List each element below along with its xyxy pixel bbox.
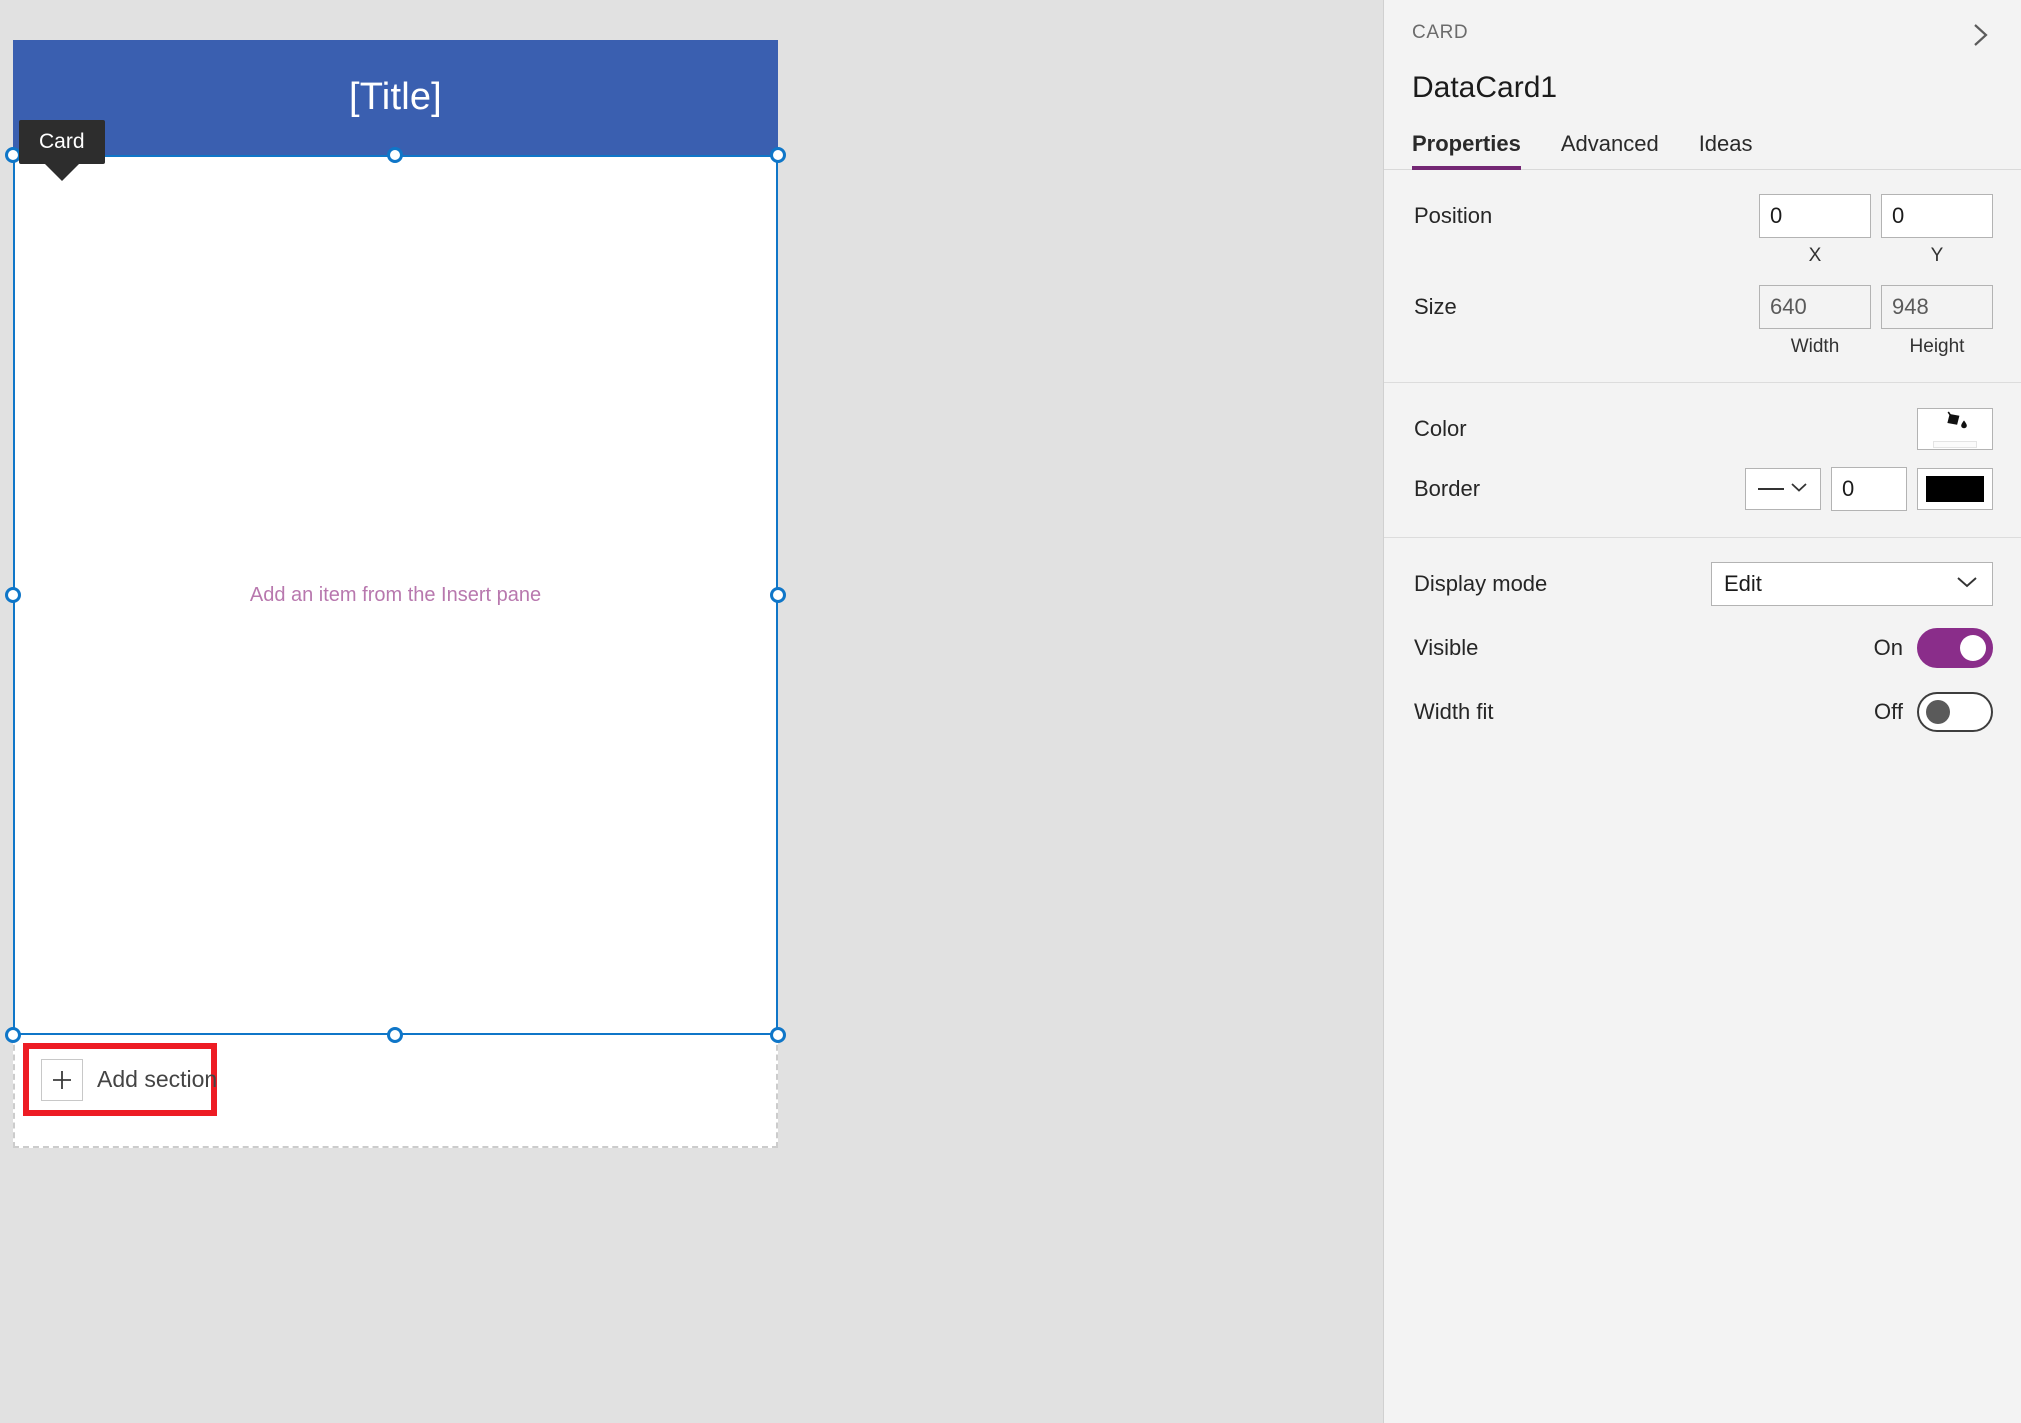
size-width-sub-label: Width: [1790, 336, 1840, 357]
chevron-right-icon[interactable]: [1963, 18, 1997, 57]
add-section-label: Add section: [97, 1066, 218, 1092]
panel-breadcrumb-row: CARD: [1412, 22, 1993, 57]
selection-handle-bottom-right[interactable]: [770, 1027, 786, 1043]
selection-handle-bottom-left[interactable]: [5, 1027, 21, 1043]
border-color-swatch: [1926, 476, 1984, 502]
visible-toggle-knob: [1960, 635, 1986, 661]
width-fit-state-label: Off: [1874, 699, 1903, 724]
properties-panel: CARD DataCard1 Properties Advanced Ideas…: [1383, 0, 2021, 1423]
position-x-input[interactable]: [1759, 194, 1871, 238]
tab-properties[interactable]: Properties: [1412, 131, 1521, 170]
selection-handle-top-center[interactable]: [387, 147, 403, 163]
visible-state-label: On: [1873, 635, 1903, 660]
display-mode-value: Edit: [1724, 571, 1762, 596]
display-mode-label: Display mode: [1414, 571, 1548, 596]
breadcrumb: CARD: [1412, 22, 1469, 43]
tab-ideas-label: Ideas: [1698, 131, 1753, 156]
add-section-button[interactable]: Add section: [29, 1049, 217, 1110]
selection-handle-middle-right[interactable]: [770, 587, 786, 603]
color-label: Color: [1414, 416, 1467, 441]
display-mode-dropdown[interactable]: Edit: [1711, 562, 1993, 606]
fill-color-swatch: [1933, 441, 1977, 448]
size-height-sub-label: Height: [1909, 336, 1965, 357]
position-y-sub-label: Y: [1930, 245, 1944, 266]
width-fit-toggle-knob: [1926, 700, 1950, 724]
selection-handle-middle-left[interactable]: [5, 587, 21, 603]
border-controls: [1745, 467, 1993, 511]
size-sub-labels: Width Height: [1396, 336, 1993, 358]
card-label-tooltip: Card: [19, 120, 105, 182]
visible-controls: On: [1874, 628, 1993, 668]
color-controls: [1917, 408, 1993, 450]
paint-bucket-icon: [1942, 410, 1968, 439]
width-fit-toggle[interactable]: [1917, 692, 1993, 732]
width-fit-controls: Off: [1874, 692, 1993, 732]
tooltip-pointer-icon: [45, 164, 79, 182]
form-container: [Title] Add an item from the Insert pane…: [5, 40, 786, 1408]
border-thickness-input[interactable]: [1831, 467, 1907, 511]
datacard-selected-body[interactable]: Add an item from the Insert pane: [13, 155, 778, 1035]
size-label: Size: [1414, 294, 1457, 319]
position-y-input[interactable]: [1881, 194, 1993, 238]
width-fit-label: Width fit: [1414, 699, 1494, 724]
selection-handle-top-right[interactable]: [770, 147, 786, 163]
size-controls: [1759, 285, 1993, 329]
size-row: Size: [1396, 281, 1993, 333]
tab-advanced-label: Advanced: [1560, 131, 1659, 156]
add-section-strip: Add section: [13, 1035, 778, 1148]
visible-row: Visible On: [1396, 622, 1993, 674]
plus-icon: [41, 1058, 83, 1101]
border-row: Border: [1396, 463, 1993, 515]
position-x-sub-label: X: [1808, 245, 1822, 266]
position-label: Position: [1414, 203, 1493, 228]
panel-tabs: Properties Advanced Ideas: [1384, 131, 2021, 170]
tab-properties-label: Properties: [1412, 131, 1521, 156]
form-title-header[interactable]: [Title]: [13, 40, 778, 155]
tab-ideas[interactable]: Ideas: [1699, 131, 1753, 169]
appearance-property-group: Color Border: [1384, 383, 2021, 538]
card-label-tooltip-text: Card: [19, 120, 105, 165]
selection-handle-bottom-center[interactable]: [387, 1027, 403, 1043]
color-row: Color: [1396, 403, 1993, 455]
chevron-down-icon: [1956, 575, 1978, 594]
design-canvas[interactable]: [Title] Add an item from the Insert pane…: [0, 0, 1383, 1423]
page-title: DataCard1: [1412, 71, 1558, 104]
layout-property-group: Position X Y Size Width Height: [1384, 170, 2021, 383]
insert-pane-hint-text: Add an item from the Insert pane: [249, 583, 542, 606]
border-color-button[interactable]: [1917, 468, 1993, 510]
position-sub-labels: X Y: [1396, 245, 1993, 267]
display-mode-controls: Edit: [1711, 562, 1993, 606]
size-height-input[interactable]: [1881, 285, 1993, 329]
add-section-highlight-annotation: Add section: [23, 1043, 217, 1116]
border-style-dropdown[interactable]: [1745, 468, 1821, 510]
solid-line-icon: [1758, 488, 1784, 490]
chevron-down-icon: [1790, 480, 1808, 498]
position-controls: [1759, 194, 1993, 238]
size-width-input[interactable]: [1759, 285, 1871, 329]
form-title-text: [Title]: [349, 76, 442, 118]
panel-header: CARD DataCard1: [1384, 0, 2021, 105]
position-row: Position: [1396, 190, 1993, 242]
border-label: Border: [1414, 476, 1481, 501]
tab-advanced[interactable]: Advanced: [1561, 131, 1659, 169]
display-mode-row: Display mode Edit: [1396, 558, 1993, 610]
visible-toggle[interactable]: [1917, 628, 1993, 668]
fill-color-button[interactable]: [1917, 408, 1993, 450]
behavior-property-group: Display mode Edit Visible On Width fit O…: [1384, 538, 2021, 760]
visible-label: Visible: [1414, 635, 1479, 660]
width-fit-row: Width fit Off: [1396, 686, 1993, 738]
